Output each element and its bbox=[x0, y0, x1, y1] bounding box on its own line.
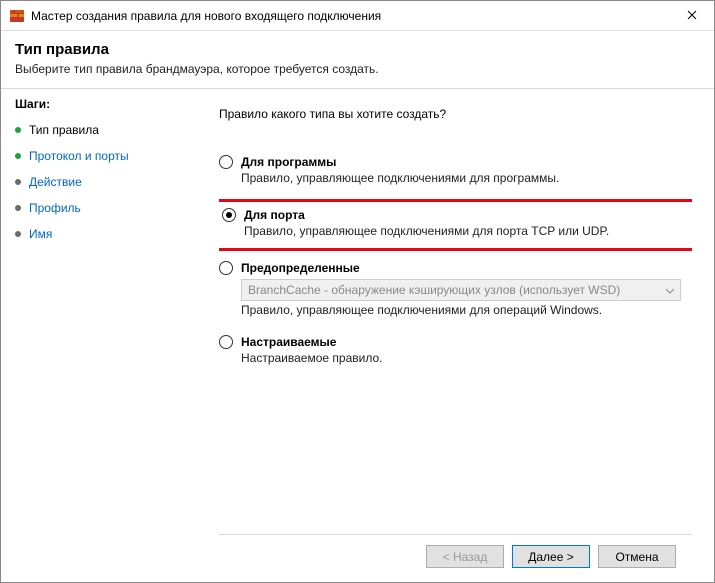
step-bullet-icon bbox=[15, 153, 21, 159]
sidebar-step-3[interactable]: Профиль bbox=[1, 195, 191, 221]
sidebar-step-label: Имя bbox=[29, 223, 52, 245]
chevron-down-icon bbox=[666, 283, 674, 297]
option-desc: Настраиваемое правило. bbox=[241, 351, 686, 365]
titlebar: Мастер создания правила для нового входя… bbox=[1, 1, 714, 31]
sidebar-title: Шаги: bbox=[1, 97, 191, 117]
radio-custom[interactable] bbox=[219, 335, 233, 349]
wizard-window: Мастер создания правила для нового входя… bbox=[0, 0, 715, 583]
option-port: Для порта Правило, управляющее подключени… bbox=[219, 199, 692, 251]
back-button: < Назад bbox=[426, 545, 504, 568]
option-custom: Настраиваемые Настраиваемое правило. bbox=[219, 331, 692, 373]
option-row: Для программы bbox=[219, 155, 686, 169]
window-title: Мастер создания правила для нового входя… bbox=[31, 9, 669, 23]
option-desc: Правило, управляющее подключениями для о… bbox=[241, 303, 686, 317]
option-desc: Правило, управляющее подключениями для п… bbox=[241, 171, 686, 185]
sidebar-step-4[interactable]: Имя bbox=[1, 221, 191, 247]
radio-port[interactable] bbox=[222, 208, 236, 222]
content-question: Правило какого типа вы хотите создать? bbox=[219, 107, 692, 121]
sidebar-step-1[interactable]: Протокол и порты bbox=[1, 143, 191, 169]
option-label[interactable]: Для порта bbox=[244, 208, 305, 222]
radio-program[interactable] bbox=[219, 155, 233, 169]
step-bullet-icon bbox=[15, 231, 21, 237]
radio-dot-icon bbox=[226, 212, 232, 218]
firewall-icon bbox=[9, 8, 25, 24]
options-group: Для программы Правило, управляющее подклю… bbox=[219, 151, 692, 379]
page-subtitle: Выберите тип правила брандмауэра, которо… bbox=[15, 62, 700, 76]
sidebar-step-label: Профиль bbox=[29, 197, 81, 219]
option-program: Для программы Правило, управляющее подклю… bbox=[219, 151, 692, 193]
close-button[interactable] bbox=[669, 1, 714, 31]
option-row: Предопределенные bbox=[219, 261, 686, 275]
option-row: Настраиваемые bbox=[219, 335, 686, 349]
step-bullet-icon bbox=[15, 179, 21, 185]
page-title: Тип правила bbox=[15, 41, 700, 58]
sidebar-step-2[interactable]: Действие bbox=[1, 169, 191, 195]
radio-predefined[interactable] bbox=[219, 261, 233, 275]
body: Шаги: Тип правила Протокол и порты Действи… bbox=[1, 89, 714, 582]
option-row: Для порта bbox=[222, 208, 685, 222]
predefined-dropdown: BranchCache - обнаружение кэширующих узл… bbox=[241, 279, 681, 301]
sidebar: Шаги: Тип правила Протокол и порты Действи… bbox=[1, 89, 191, 582]
option-label[interactable]: Настраиваемые bbox=[241, 335, 336, 349]
next-button[interactable]: Далее > bbox=[512, 545, 590, 568]
sidebar-step-0: Тип правила bbox=[1, 117, 191, 143]
step-bullet-icon bbox=[15, 127, 21, 133]
sidebar-step-label: Тип правила bbox=[29, 119, 99, 141]
sidebar-step-label: Действие bbox=[29, 171, 82, 193]
close-icon bbox=[687, 9, 697, 23]
option-label[interactable]: Для программы bbox=[241, 155, 336, 169]
sidebar-step-label: Протокол и порты bbox=[29, 145, 129, 167]
option-predefined: Предопределенные BranchCache - обнаружени… bbox=[219, 257, 692, 325]
option-label[interactable]: Предопределенные bbox=[241, 261, 360, 275]
option-desc: Правило, управляющее подключениями для п… bbox=[244, 224, 685, 238]
dropdown-value: BranchCache - обнаружение кэширующих узл… bbox=[248, 283, 620, 297]
cancel-button[interactable]: Отмена bbox=[598, 545, 676, 568]
step-bullet-icon bbox=[15, 205, 21, 211]
footer: < Назад Далее > Отмена bbox=[219, 534, 692, 582]
header: Тип правила Выберите тип правила брандма… bbox=[1, 31, 714, 89]
content: Правило какого типа вы хотите создать? Д… bbox=[191, 89, 714, 582]
